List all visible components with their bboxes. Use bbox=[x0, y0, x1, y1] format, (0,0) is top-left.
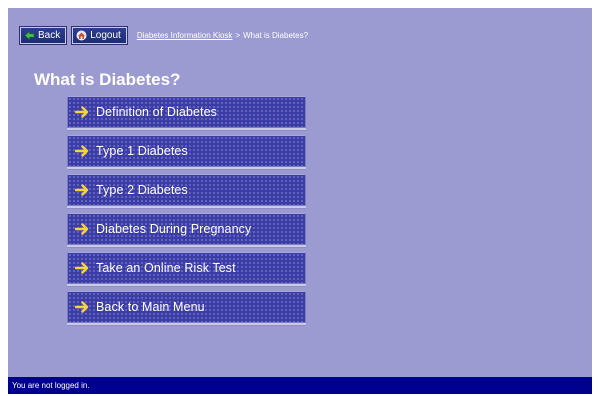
menu-item-label: Take an Online Risk Test bbox=[96, 261, 236, 275]
arrow-right-icon bbox=[72, 297, 92, 317]
breadcrumb-current: What is Diabetes? bbox=[243, 31, 309, 40]
menu-item-risk-test[interactable]: Take an Online Risk Test bbox=[67, 252, 306, 284]
menu-item-main-menu[interactable]: Back to Main Menu bbox=[67, 291, 306, 323]
arrow-right-icon bbox=[72, 219, 92, 239]
page-title: What is Diabetes? bbox=[34, 70, 181, 89]
menu-item-pregnancy[interactable]: Diabetes During Pregnancy bbox=[67, 213, 306, 245]
login-status-text: You are not logged in. bbox=[12, 381, 90, 390]
arrow-right-icon bbox=[72, 258, 92, 278]
back-button-label: Back bbox=[38, 30, 61, 41]
arrow-left-icon bbox=[24, 30, 35, 41]
back-button[interactable]: Back bbox=[18, 26, 68, 45]
arrow-right-icon bbox=[72, 180, 92, 200]
status-bar: You are not logged in. bbox=[8, 377, 592, 394]
breadcrumb-separator: > bbox=[235, 31, 241, 40]
home-icon bbox=[76, 30, 87, 41]
menu-item-label: Type 1 Diabetes bbox=[96, 144, 188, 158]
breadcrumb: Diabetes Information Kiosk > What is Dia… bbox=[137, 31, 308, 40]
logout-button[interactable]: Logout bbox=[71, 26, 128, 45]
menu-item-label: Back to Main Menu bbox=[96, 300, 205, 314]
menu-item-definition[interactable]: Definition of Diabetes bbox=[67, 96, 306, 128]
top-toolbar: Back Logout Diabetes Information Kiosk >… bbox=[18, 26, 308, 45]
menu-item-label: Definition of Diabetes bbox=[96, 105, 218, 119]
logout-button-label: Logout bbox=[90, 30, 121, 41]
kiosk-screen: Back Logout Diabetes Information Kiosk >… bbox=[8, 8, 592, 394]
menu-item-type-1[interactable]: Type 1 Diabetes bbox=[67, 135, 306, 167]
arrow-right-icon bbox=[72, 102, 92, 122]
arrow-right-icon bbox=[72, 141, 92, 161]
menu-item-label: Type 2 Diabetes bbox=[96, 183, 188, 197]
menu-item-label: Diabetes During Pregnancy bbox=[96, 222, 252, 236]
breadcrumb-home-link[interactable]: Diabetes Information Kiosk bbox=[137, 31, 233, 40]
topic-menu: Definition of Diabetes Type 1 Diabetes T… bbox=[67, 96, 306, 330]
menu-item-type-2[interactable]: Type 2 Diabetes bbox=[67, 174, 306, 206]
